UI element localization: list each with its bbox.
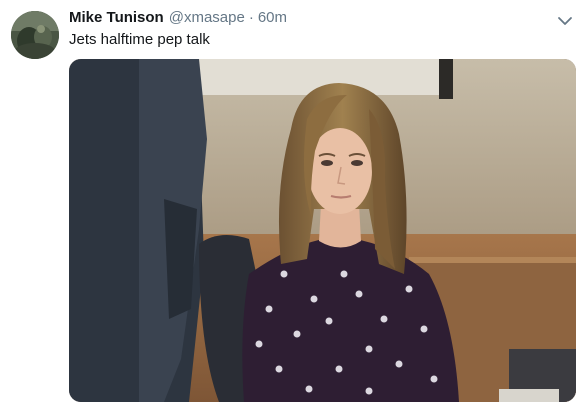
display-name[interactable]: Mike Tunison [69,9,164,26]
tweet-media-photo[interactable] [69,59,576,402]
courtroom-photo [69,59,576,402]
tweet[interactable]: Mike Tunison @xmasape · 60m Jets halftim… [0,0,586,415]
user-handle[interactable]: @xmasape [169,9,245,26]
tweet-header: Mike Tunison @xmasape · 60m [69,9,287,29]
separator-dot: · [248,9,254,26]
timestamp[interactable]: 60m [258,9,287,26]
avatar-image [11,11,59,59]
chevron-down-icon[interactable] [556,12,574,30]
tweet-text: Jets halftime pep talk [69,31,210,48]
avatar[interactable] [11,11,59,59]
